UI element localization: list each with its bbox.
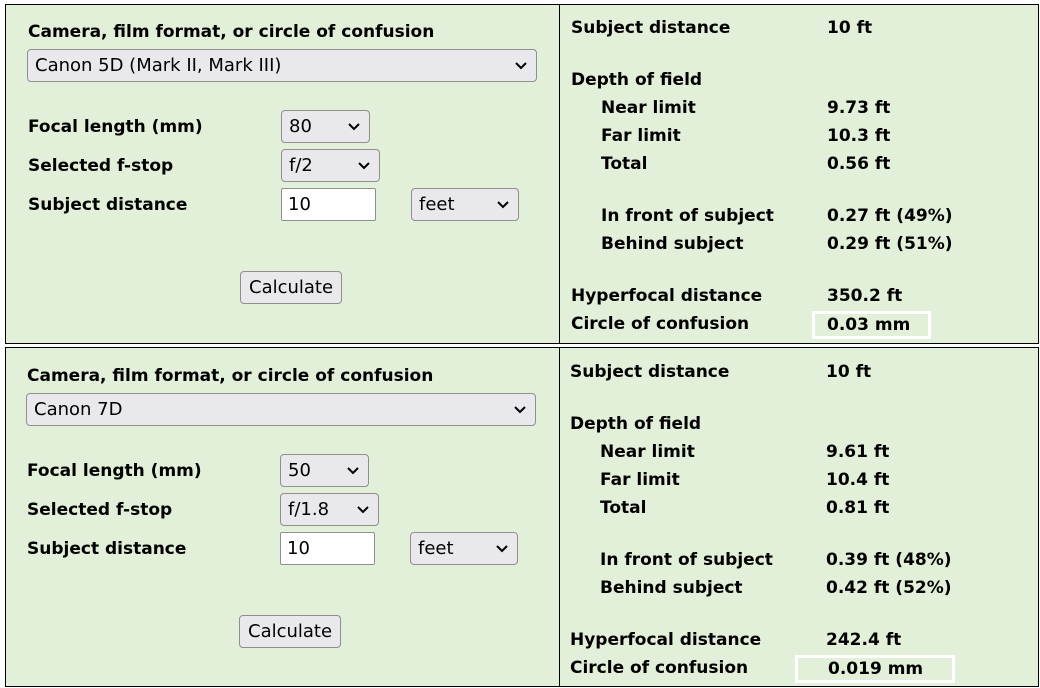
camera-label: Camera, film format, or circle of confus… <box>27 366 434 386</box>
subject-distance-label: Subject distance <box>28 195 188 215</box>
distance-unit-value: feet <box>418 538 454 559</box>
total-label: Total <box>600 498 647 518</box>
result-subject-distance-label: Subject distance <box>570 362 730 382</box>
hyperfocal-label: Hyperfocal distance <box>571 286 763 306</box>
hyperfocal-value: 242.4 ft <box>826 630 902 650</box>
focal-length-select[interactable]: 50 <box>280 454 369 487</box>
chevron-down-icon <box>346 455 360 486</box>
fstop-value: f/2 <box>289 155 313 176</box>
chevron-down-icon <box>495 533 509 564</box>
fstop-select[interactable]: f/2 <box>281 149 380 182</box>
chevron-down-icon <box>513 394 527 425</box>
in-front-label: In front of subject <box>601 206 774 226</box>
total-value: 0.81 ft <box>826 498 890 518</box>
focal-length-value: 80 <box>289 116 312 137</box>
results-panel: Subject distance 10 ft Depth of field Ne… <box>560 5 1038 343</box>
far-limit-label: Far limit <box>601 126 681 146</box>
behind-value: 0.42 ft (52%) <box>826 578 952 598</box>
chevron-down-icon <box>356 494 370 525</box>
far-limit-value: 10.3 ft <box>827 126 891 146</box>
depth-of-field-heading: Depth of field <box>570 414 702 434</box>
coc-value: 0.03 mm <box>812 311 931 339</box>
result-subject-distance-label: Subject distance <box>571 18 731 38</box>
in-front-value: 0.27 ft (49%) <box>827 206 953 226</box>
total-value: 0.56 ft <box>827 154 891 174</box>
distance-unit-select[interactable]: feet <box>411 188 519 221</box>
calculate-button[interactable]: Calculate <box>239 615 342 648</box>
in-front-value: 0.39 ft (48%) <box>826 550 952 570</box>
far-limit-label: Far limit <box>600 470 680 490</box>
input-panel: Camera, film format, or circle of confus… <box>6 5 560 343</box>
distance-unit-select[interactable]: feet <box>410 532 518 565</box>
focal-length-value: 50 <box>288 460 311 481</box>
near-limit-value: 9.73 ft <box>827 98 891 118</box>
distance-unit-value: feet <box>419 194 455 215</box>
camera-select[interactable]: Canon 5D (Mark II, Mark III) <box>27 49 537 82</box>
coc-label: Circle of confusion <box>571 314 750 334</box>
input-panel: Camera, film format, or circle of confus… <box>6 348 560 686</box>
fstop-value: f/1.8 <box>288 499 330 520</box>
in-front-label: In front of subject <box>600 550 773 570</box>
focal-length-label: Focal length (mm) <box>27 461 202 481</box>
behind-label: Behind subject <box>601 234 744 254</box>
chevron-down-icon <box>357 150 371 181</box>
subject-distance-label: Subject distance <box>27 539 187 559</box>
far-limit-value: 10.4 ft <box>826 470 890 490</box>
result-subject-distance-value: 10 ft <box>826 362 872 382</box>
near-limit-label: Near limit <box>601 98 696 118</box>
result-subject-distance-value: 10 ft <box>827 18 873 38</box>
behind-label: Behind subject <box>600 578 743 598</box>
camera-select[interactable]: Canon 7D <box>26 393 536 426</box>
subject-distance-input[interactable]: 10 <box>280 532 375 565</box>
camera-select-value: Canon 7D <box>34 399 123 420</box>
subject-distance-input[interactable]: 10 <box>281 188 376 221</box>
chevron-down-icon <box>514 50 528 81</box>
dof-calculator-1: Camera, film format, or circle of confus… <box>5 4 1039 344</box>
fstop-label: Selected f-stop <box>28 156 174 176</box>
calculate-button[interactable]: Calculate <box>240 271 343 304</box>
behind-value: 0.29 ft (51%) <box>827 234 953 254</box>
coc-label: Circle of confusion <box>570 658 749 678</box>
fstop-select[interactable]: f/1.8 <box>280 493 379 526</box>
chevron-down-icon <box>347 111 361 142</box>
focal-length-select[interactable]: 80 <box>281 110 370 143</box>
depth-of-field-heading: Depth of field <box>571 70 703 90</box>
camera-label: Camera, film format, or circle of confus… <box>28 22 435 42</box>
results-panel: Subject distance 10 ft Depth of field Ne… <box>560 348 1038 686</box>
focal-length-label: Focal length (mm) <box>28 117 203 137</box>
near-limit-value: 9.61 ft <box>826 442 890 462</box>
chevron-down-icon <box>496 189 510 220</box>
fstop-label: Selected f-stop <box>27 500 173 520</box>
hyperfocal-label: Hyperfocal distance <box>570 630 762 650</box>
dof-calculator-2: Camera, film format, or circle of confus… <box>5 347 1039 687</box>
hyperfocal-value: 350.2 ft <box>827 286 903 306</box>
near-limit-label: Near limit <box>600 442 695 462</box>
coc-value: 0.019 mm <box>795 655 955 683</box>
camera-select-value: Canon 5D (Mark II, Mark III) <box>35 55 282 76</box>
total-label: Total <box>601 154 648 174</box>
